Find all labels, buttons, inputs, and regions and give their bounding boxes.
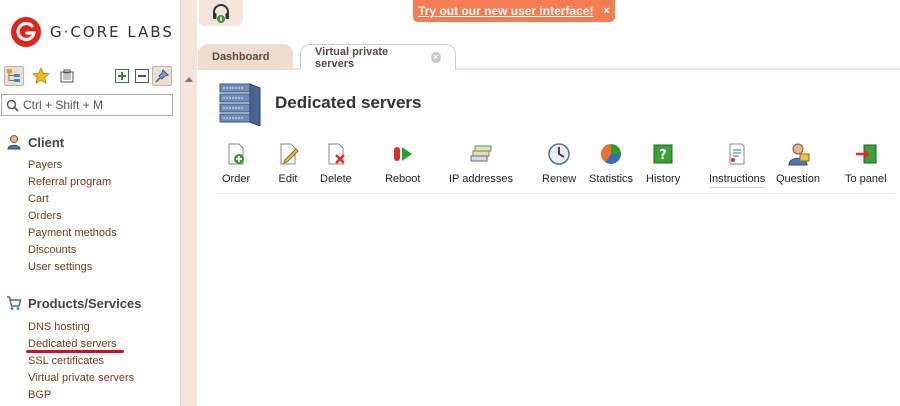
section-products[interactable]: Products/Services xyxy=(6,295,141,311)
to-panel-label: To panel xyxy=(845,173,887,185)
nav-item-payers[interactable]: Payers xyxy=(28,157,117,174)
reboot-button[interactable]: Reboot xyxy=(385,140,420,188)
instructions-label: Instructions xyxy=(709,173,766,185)
favorites-button[interactable] xyxy=(31,66,51,86)
renew-label: Renew xyxy=(542,173,577,185)
server-rack-icon xyxy=(219,83,261,126)
renew-icon xyxy=(548,143,570,165)
collapse-all-button[interactable] xyxy=(132,66,152,86)
svg-text:?: ? xyxy=(659,148,667,163)
expand-all-button[interactable] xyxy=(112,66,132,86)
sidebar: G·CORE LABS Ctrl + Shift + M Client Paye… xyxy=(0,0,180,406)
nav-item-ssl-certificates[interactable]: SSL certificates xyxy=(28,353,134,370)
tab-virtual-private-servers[interactable]: Virtual private servers × xyxy=(300,44,456,70)
tab-close-icon[interactable]: × xyxy=(430,52,441,63)
action-toolbar: Order Edit Delete Reboot IP addresses Re… xyxy=(215,140,895,194)
cart-icon xyxy=(7,296,22,310)
ip-addresses-icon xyxy=(470,145,492,162)
edit-icon xyxy=(280,143,299,165)
renew-button[interactable]: Renew xyxy=(542,140,576,188)
section-title-client: Client xyxy=(28,134,65,150)
nav-item-dns-hosting[interactable]: DNS hosting xyxy=(28,319,134,336)
section-client[interactable]: Client xyxy=(6,134,64,150)
recent-button[interactable] xyxy=(57,66,77,86)
delete-label: Delete xyxy=(320,173,352,185)
tab-label: Dashboard xyxy=(212,51,270,63)
order-button[interactable]: Order xyxy=(222,140,250,188)
reboot-icon xyxy=(393,147,412,161)
user-icon xyxy=(7,135,21,150)
brand-name: G·CORE LABS xyxy=(50,23,174,41)
tab-bar: Dashboard Virtual private servers × xyxy=(197,44,900,70)
to-panel-button[interactable]: To panel xyxy=(845,140,887,188)
edit-label: Edit xyxy=(278,173,298,185)
statistics-icon xyxy=(601,144,621,164)
support-button[interactable] xyxy=(199,0,243,26)
search-input[interactable] xyxy=(23,98,163,112)
instructions-button[interactable]: Instructions xyxy=(709,140,766,188)
headset-icon xyxy=(213,4,229,23)
collapse-arrow-icon[interactable] xyxy=(185,77,193,82)
ip-addresses-label: IP addresses xyxy=(449,173,514,185)
tree-view-button[interactable] xyxy=(4,66,24,86)
nav-item-orders[interactable]: Orders xyxy=(28,208,117,225)
reboot-label: Reboot xyxy=(385,173,421,185)
nav-item-referral-program[interactable]: Referral program xyxy=(28,174,117,191)
order-label: Order xyxy=(222,173,251,185)
app-root: G·CORE LABS Ctrl + Shift + M Client Paye… xyxy=(0,0,900,406)
nav-item-discounts[interactable]: Discounts xyxy=(28,242,117,259)
section-title-products: Products/Services xyxy=(28,295,142,311)
sidebar-toolbar xyxy=(4,66,174,88)
statistics-label: Statistics xyxy=(589,173,634,185)
new-ui-link[interactable]: Try out our new user interface! xyxy=(418,4,593,18)
order-icon xyxy=(228,143,245,165)
page-title: Dedicated servers xyxy=(275,93,422,112)
ip-addresses-button[interactable]: IP addresses xyxy=(449,140,513,188)
edit-button[interactable]: Edit xyxy=(276,140,300,188)
search-box[interactable] xyxy=(1,94,173,116)
highlight-underline xyxy=(26,350,124,353)
nav-item-virtual-private-servers[interactable]: Virtual private servers xyxy=(28,370,134,387)
history-icon: ? xyxy=(653,144,673,164)
nav-item-cart[interactable]: Cart xyxy=(28,191,117,208)
question-icon xyxy=(788,143,810,166)
nav-item-payment-methods[interactable]: Payment methods xyxy=(28,225,117,242)
top-bar: Try out our new user interface! × xyxy=(197,0,900,42)
delete-icon xyxy=(328,143,345,165)
pin-icon xyxy=(155,69,169,83)
nav-item-bgp[interactable]: BGP xyxy=(28,387,134,404)
nav-item-user-settings[interactable]: User settings xyxy=(28,259,117,276)
briefcase-icon xyxy=(60,69,74,83)
delete-button[interactable]: Delete xyxy=(320,140,352,188)
statistics-button[interactable]: Statistics xyxy=(589,140,633,188)
tab-label: Virtual private servers xyxy=(315,45,389,70)
new-ui-banner: Try out our new user interface! × xyxy=(413,0,615,22)
gcore-logo-icon xyxy=(11,17,41,47)
question-label: Question xyxy=(776,173,821,185)
tree-icon xyxy=(7,69,20,82)
sidebar-splitter[interactable] xyxy=(180,0,197,406)
products-nav-list: DNS hosting Dedicated servers SSL certif… xyxy=(28,319,134,404)
history-label: History xyxy=(646,173,681,185)
pin-button[interactable] xyxy=(152,66,172,86)
question-button[interactable]: Question xyxy=(776,140,820,188)
search-icon xyxy=(6,99,19,112)
banner-close-icon[interactable]: × xyxy=(603,5,609,17)
instructions-icon xyxy=(729,143,745,165)
to-panel-icon xyxy=(855,144,877,164)
client-nav-list: Payers Referral program Cart Orders Paym… xyxy=(28,157,117,276)
tab-dashboard[interactable]: Dashboard xyxy=(198,44,293,70)
history-button[interactable]: ? History xyxy=(646,140,680,188)
minus-box-icon xyxy=(135,69,149,83)
brand-logo[interactable]: G·CORE LABS xyxy=(10,14,180,50)
star-icon xyxy=(32,67,50,85)
plus-box-icon xyxy=(115,69,129,83)
